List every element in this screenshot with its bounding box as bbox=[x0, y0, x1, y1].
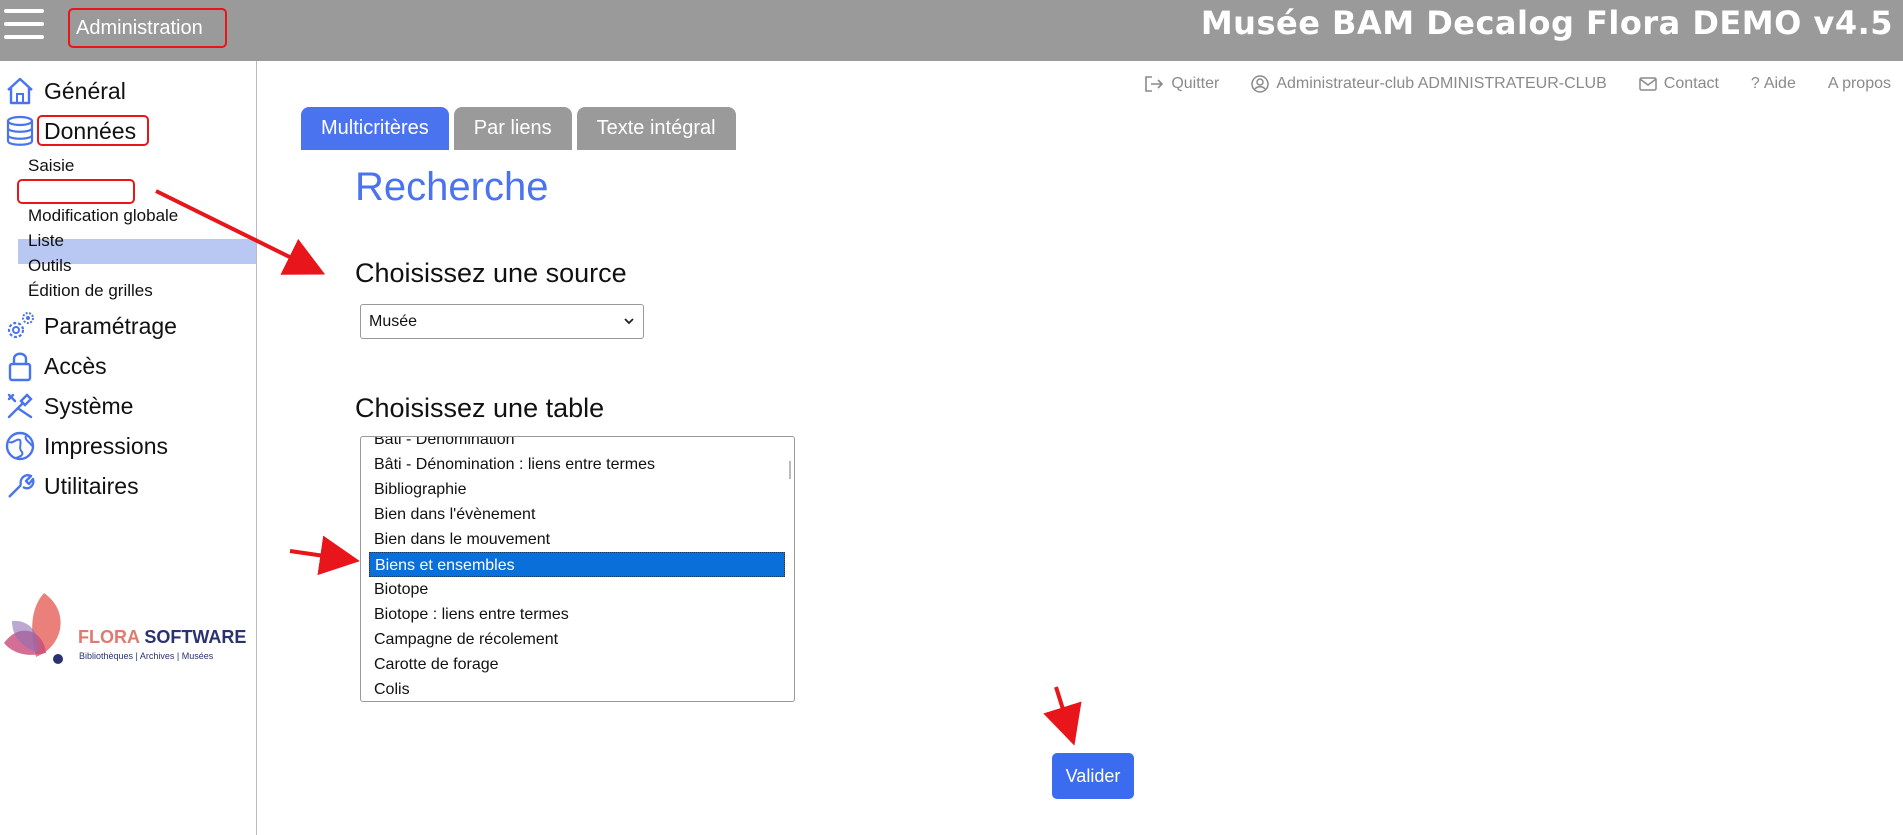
arrow-annotation bbox=[289, 535, 360, 576]
annotation-box bbox=[37, 115, 149, 146]
tab-multicriteres[interactable]: Multicritères bbox=[301, 107, 449, 150]
annotation-arrows bbox=[155, 189, 1082, 746]
page-title: Recherche bbox=[355, 165, 549, 209]
logout-icon bbox=[1145, 76, 1164, 92]
arrow-annotation bbox=[1043, 686, 1082, 746]
lock-icon bbox=[2, 350, 38, 382]
app-title: Musée BAM Decalog Flora DEMO v4.5 bbox=[1200, 4, 1893, 42]
sidebar-item-label: Système bbox=[44, 392, 134, 419]
quit-link[interactable]: Quitter bbox=[1144, 73, 1219, 95]
mail-icon bbox=[1639, 77, 1657, 91]
sub-item-liste[interactable]: Liste bbox=[28, 231, 64, 251]
sub-item-saisie[interactable]: Saisie bbox=[28, 156, 74, 176]
scrollbar[interactable] bbox=[789, 461, 791, 479]
list-item[interactable]: Biotope bbox=[369, 577, 785, 602]
sidebar-item-utilitaires[interactable]: Utilitaires bbox=[0, 468, 256, 504]
wrench-icon bbox=[2, 470, 38, 502]
list-item[interactable]: Bien dans l'évènement bbox=[369, 502, 785, 527]
top-bar: Administration Musée BAM Decalog Flora D… bbox=[0, 0, 1903, 61]
user-icon bbox=[1251, 75, 1270, 93]
sidebar-item-label: Accès bbox=[44, 352, 107, 379]
tools-icon bbox=[2, 390, 38, 422]
sidebar-item-parametrage[interactable]: Paramétrage bbox=[0, 308, 256, 344]
sidebar-item-label: Utilitaires bbox=[44, 472, 139, 499]
tab-par-liens[interactable]: Par liens bbox=[453, 107, 572, 150]
sidebar-item-label: Impressions bbox=[44, 432, 168, 459]
database-icon bbox=[2, 115, 38, 147]
source-select[interactable]: Musée bbox=[360, 304, 644, 339]
sidebar-item-impressions[interactable]: Impressions bbox=[0, 428, 256, 464]
list-item[interactable]: Bien dans le mouvement bbox=[369, 527, 785, 552]
question-icon: ? bbox=[1750, 75, 1760, 92]
list-item[interactable]: Colis bbox=[369, 677, 785, 701]
sub-item-modification-globale[interactable]: Modification globale bbox=[28, 206, 178, 226]
help-link[interactable]: ? Aide bbox=[1751, 73, 1796, 95]
sidebar-item-acces[interactable]: Accès bbox=[0, 348, 256, 384]
list-item[interactable]: Bibliographie bbox=[369, 477, 785, 502]
logo-text: FLORA SOFTWARE bbox=[78, 627, 247, 647]
sub-item-edition-grilles[interactable]: Édition de grilles bbox=[28, 281, 153, 301]
section-label[interactable]: Administration bbox=[68, 8, 227, 48]
search-tabs: Multicritères Par liens Texte intégral bbox=[301, 107, 741, 150]
sidebar-item-label: Paramétrage bbox=[44, 312, 177, 339]
annotation-box bbox=[17, 179, 135, 204]
submit-button[interactable]: Valider bbox=[1052, 753, 1134, 799]
chevron-down-icon bbox=[623, 305, 635, 350]
contact-link[interactable]: Contact bbox=[1639, 73, 1719, 95]
list-item[interactable]: Campagne de récolement bbox=[369, 627, 785, 652]
list-item[interactable]: Bâti - Dénomination bbox=[369, 437, 785, 452]
hamburger-icon[interactable] bbox=[4, 9, 44, 39]
globe-icon bbox=[2, 430, 38, 462]
user-link[interactable]: Administrateur-club ADMINISTRATEUR-CLUB bbox=[1251, 73, 1607, 95]
sidebar-item-general[interactable]: Général bbox=[0, 73, 256, 109]
gears-icon bbox=[2, 310, 38, 342]
table-heading: Choisissez une table bbox=[355, 393, 605, 423]
list-item-selected[interactable]: Biens et ensembles bbox=[369, 552, 785, 577]
sidebar-item-label: Général bbox=[44, 77, 126, 104]
table-listbox[interactable]: Bâti - Dénomination Bâti - Dénomination … bbox=[360, 436, 795, 702]
source-heading: Choisissez une source bbox=[355, 258, 627, 288]
sub-item-outils[interactable]: Outils bbox=[28, 256, 71, 276]
tab-texte-integral[interactable]: Texte intégral bbox=[576, 107, 736, 150]
list-item[interactable]: Carotte de forage bbox=[369, 652, 785, 677]
top-nav: Quitter Administrateur-club ADMINISTRATE… bbox=[1112, 73, 1891, 95]
home-icon bbox=[2, 75, 38, 107]
logo-tagline: Bibliothèques | Archives | Musées bbox=[79, 651, 214, 661]
sidebar: Général Données Saisie Recherche Modific… bbox=[0, 61, 257, 835]
about-link[interactable]: A propos bbox=[1828, 73, 1891, 95]
flora-logo: FLORA SOFTWARE Bibliothèques | Archives … bbox=[0, 591, 250, 671]
list-item[interactable]: Biotope : liens entre termes bbox=[369, 602, 785, 627]
sidebar-item-systeme[interactable]: Système bbox=[0, 388, 256, 424]
list-item[interactable]: Bâti - Dénomination : liens entre termes bbox=[369, 452, 785, 477]
